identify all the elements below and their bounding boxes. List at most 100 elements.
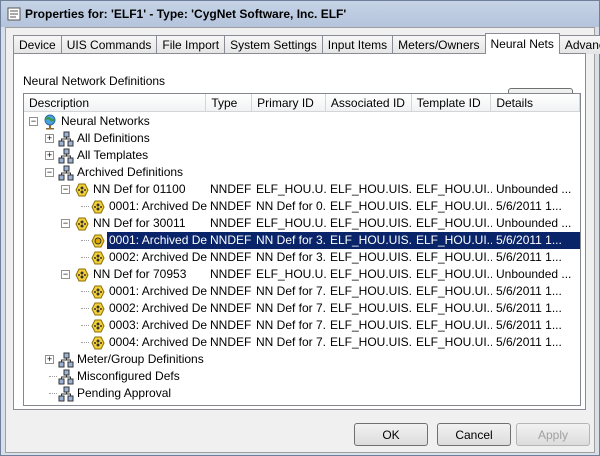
tree-rows: − Neural Networks + All Definitions + All Tem… [24,113,580,402]
row-details: Unbounded ... [496,267,572,281]
row-primary-id: NN Def for 7... [256,318,326,332]
collapse-icon[interactable]: − [29,117,38,126]
tree-node-archived-def[interactable]: 0003: Archived Defi...NNDEF NN Def for 7.… [24,317,580,334]
row-type: NNDEF [210,199,252,213]
neural-definition-icon [90,284,106,300]
dialog-client-area: Device UIS Commands File Import System Sett… [5,27,600,453]
neural-definition-icon [90,250,106,266]
column-header-description[interactable]: Description [24,94,207,112]
tab-file-import[interactable]: File Import [156,35,226,54]
row-description: All Templates [77,148,149,162]
row-template-id: ELF_HOU.UI... [416,233,492,247]
row-associated-id: ELF_HOU.UIS... [330,284,412,298]
row-associated-id: ELF_HOU.UIS... [330,182,412,196]
row-details: 5/6/2011 1... [496,335,562,349]
tree-node-nn-def[interactable]: − NN Def for 30011 NNDEF ELF_HOU.U... ELF_HO… [24,215,580,232]
row-type: NNDEF [210,335,252,349]
tree-connector [81,325,89,326]
tree-node-meter-group-definitions[interactable]: + Meter/Group Definitions [24,351,580,368]
tree-node-archived-definitions[interactable]: − Archived Definitions [24,164,580,181]
row-template-id: ELF_HOU.UI... [416,199,492,213]
row-description: 0001: Archived Defi... [109,233,207,247]
neural-network-tree-list[interactable]: Description Type Primary ID Associated ID Te… [23,93,581,406]
collapse-icon[interactable]: − [61,219,70,228]
row-details: Unbounded ... [496,182,572,196]
tab-device[interactable]: Device [13,35,62,54]
row-template-id: ELF_HOU.UI... [416,250,492,264]
column-header-template-id[interactable]: Template ID [412,94,492,112]
row-type: NNDEF [210,233,252,247]
column-header-primary-id[interactable]: Primary ID [252,94,326,112]
row-associated-id: ELF_HOU.UIS... [330,301,412,315]
row-associated-id: ELF_HOU.UIS... [330,250,412,264]
tab-system-settings[interactable]: System Settings [224,35,323,54]
collapse-icon[interactable]: − [61,270,70,279]
tree-node-archived-def[interactable]: 0001: Archived Defi...NNDEF NN Def for 0.… [24,198,580,215]
row-description: Misconfigured Defs [77,369,180,383]
row-description: Pending Approval [77,386,172,400]
row-associated-id: ELF_HOU.UIS... [330,318,412,332]
tab-neural-nets[interactable]: Neural Nets [484,33,560,54]
row-description: NN Def for 01100 [93,182,186,196]
ok-button[interactable]: OK [354,423,428,446]
tab-input-items[interactable]: Input Items [321,35,394,54]
row-description: 0004: Archived Defi... [109,335,207,349]
row-template-id: ELF_HOU.UI... [416,301,492,315]
row-description: 0002: Archived Defi... [109,301,207,315]
neural-definition-icon [74,267,90,283]
tree-connector [81,257,89,258]
tree-node-archived-def[interactable]: 0001: Archived Defi...NNDEF NN Def for 7.… [24,283,580,300]
row-type: NNDEF [210,182,252,196]
title-bar[interactable]: Properties for: 'ELF1' - Type: 'CygNet S… [1,1,599,27]
column-header-details[interactable]: Details [491,94,580,112]
tree-node-all-templates[interactable]: + All Templates [24,147,580,164]
network-folder-icon [58,165,74,181]
neural-definition-icon [90,233,106,249]
tab-uis-commands[interactable]: UIS Commands [60,35,158,54]
column-header-associated-id[interactable]: Associated ID [326,94,412,112]
tree-node-archived-def[interactable]: 0004: Archived Defi...NNDEF NN Def for 7.… [24,334,580,351]
neural-nets-page: Neural Network Definitions Refresh Descr… [13,53,586,410]
expand-icon[interactable]: + [45,355,54,364]
tree-connector [81,342,89,343]
row-description: 0001: Archived Defi... [109,284,207,298]
tree-node-nn-def[interactable]: − NN Def for 70953 NNDEF ELF_HOU.U... ELF_HO… [24,266,580,283]
row-description: All Definitions [77,131,150,145]
row-primary-id: NN Def for 7... [256,284,326,298]
tree-connector [49,393,57,394]
row-description: Meter/Group Definitions [77,352,204,366]
row-type: NNDEF [210,318,252,332]
expand-icon[interactable]: + [45,151,54,160]
tree-node-misconfigured-defs[interactable]: Misconfigured Defs [24,368,580,385]
row-template-id: ELF_HOU.UI... [416,182,492,196]
row-template-id: ELF_HOU.UI... [416,284,492,298]
apply-button[interactable]: Apply [516,423,590,446]
row-type: NNDEF [210,267,252,281]
tree-node-archived-def[interactable]: 0002: Archived Defi...NNDEF NN Def for 7.… [24,300,580,317]
row-type: NNDEF [210,250,252,264]
row-description: 0003: Archived Defi... [109,318,207,332]
row-associated-id: ELF_HOU.UIS... [330,267,412,281]
tree-node-nn-def[interactable]: − NN Def for 01100 NNDEF ELF_HOU.U... ELF_HO… [24,181,580,198]
tab-advanced[interactable]: Advanced [558,35,600,54]
column-header-type[interactable]: Type [206,94,253,112]
tab-meters-owners[interactable]: Meters/Owners [392,35,486,54]
row-type: NNDEF [210,301,252,315]
tree-node-archived-def[interactable]: 0001: Archived Defi...NNDEF NN Def for 3.… [24,232,580,249]
tree-node-archived-def[interactable]: 0002: Archived Defi...NNDEF NN Def for 3.… [24,249,580,266]
collapse-icon[interactable]: − [45,168,54,177]
section-label: Neural Network Definitions [23,74,166,88]
row-primary-id: ELF_HOU.U... [256,267,326,281]
collapse-icon[interactable]: − [61,185,70,194]
tab-strip: Device UIS Commands File Import System Sett… [13,33,600,54]
expand-icon[interactable]: + [45,134,54,143]
row-description: NN Def for 70953 [93,267,187,281]
row-associated-id: ELF_HOU.UIS... [330,233,412,247]
network-folder-icon [58,369,74,385]
tree-node-neural-networks[interactable]: − Neural Networks [24,113,580,130]
neural-definition-icon [74,182,90,198]
cancel-button[interactable]: Cancel [437,423,511,446]
row-details: 5/6/2011 1... [496,301,562,315]
tree-node-all-definitions[interactable]: + All Definitions [24,130,580,147]
tree-node-pending-approval[interactable]: Pending Approval [24,385,580,402]
